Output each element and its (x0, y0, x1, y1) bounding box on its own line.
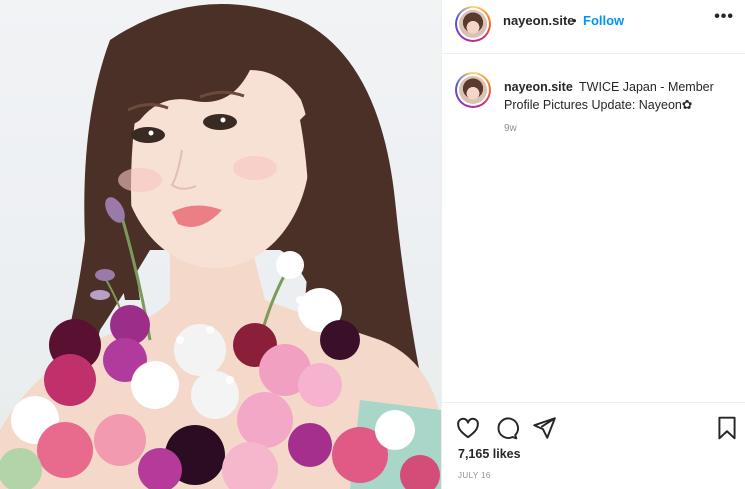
post-actions: 7,165 likes JULY 16 (442, 402, 745, 489)
post-photo-illustration (0, 4, 441, 489)
header-separator: • (572, 13, 577, 28)
caption-text-block: nayeon.site TWICE Japan - Member Profile… (504, 78, 734, 114)
post-side-panel: nayeon.site • Follow ••• nayeon.site TWI… (441, 0, 745, 489)
avatar-ring-inner (457, 74, 489, 106)
post-date[interactable]: JULY 16 (458, 471, 491, 480)
avatar-image (459, 76, 487, 104)
caption-username[interactable]: nayeon.site (504, 80, 573, 94)
share-icon[interactable] (531, 415, 557, 441)
profile-avatar[interactable] (455, 6, 491, 42)
post-photo[interactable] (0, 0, 441, 489)
caption-time-ago[interactable]: 9w (504, 123, 517, 134)
likes-count[interactable]: 7,165 likes (458, 447, 521, 461)
comment-icon[interactable] (493, 415, 519, 441)
heart-icon[interactable] (455, 415, 481, 441)
more-options-icon[interactable]: ••• (714, 8, 734, 26)
header-username[interactable]: nayeon.site (503, 13, 575, 28)
caption-avatar[interactable] (455, 72, 491, 108)
comment-icon-graphic (497, 417, 519, 440)
avatar-ring-inner (457, 8, 489, 40)
post-header: nayeon.site • Follow ••• (442, 0, 745, 54)
follow-button[interactable]: Follow (583, 13, 624, 28)
avatar-image (459, 10, 487, 38)
bookmark-icon-graphic (718, 416, 736, 440)
heart-icon-graphic (457, 417, 479, 439)
share-icon-graphic (533, 417, 556, 439)
post-caption: nayeon.site TWICE Japan - Member Profile… (442, 55, 745, 400)
bookmark-icon[interactable] (714, 415, 740, 441)
